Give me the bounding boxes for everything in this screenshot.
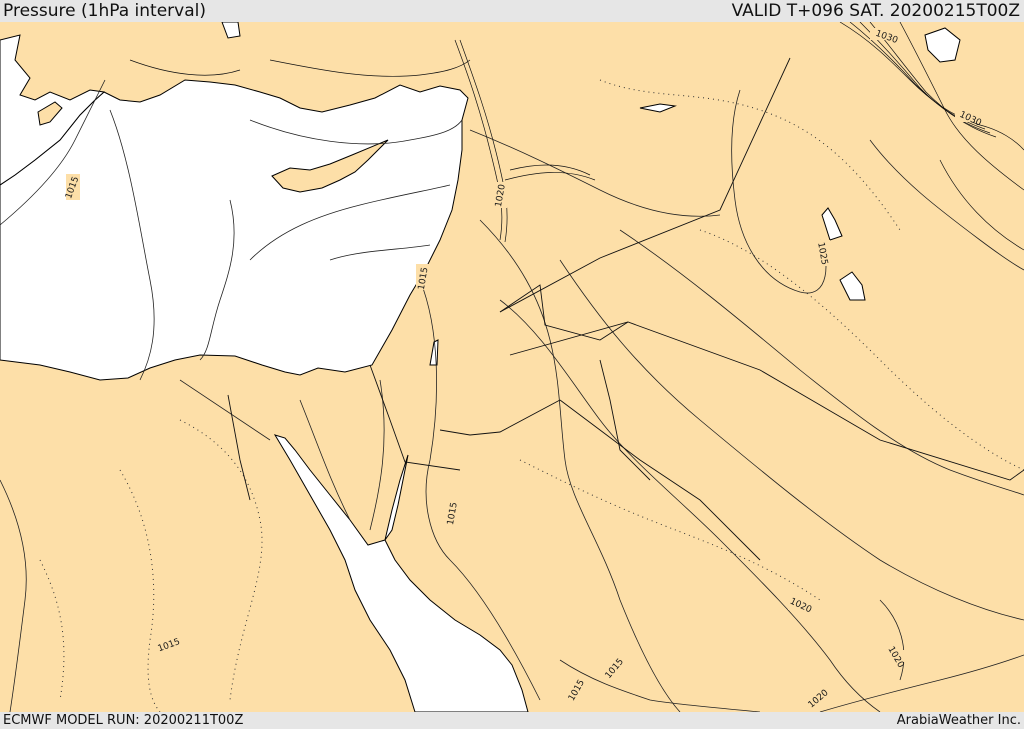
- map-figure: Pressure (1hPa interval) VALID T+096 SAT…: [0, 0, 1024, 729]
- valid-time: VALID T+096 SAT. 20200215T00Z: [731, 1, 1020, 21]
- pressure-map: 1030 1030 1020 1025 1015 1015 1015 1015 …: [0, 22, 1024, 712]
- map-title: Pressure (1hPa interval): [3, 1, 206, 21]
- header-bar: Pressure (1hPa interval) VALID T+096 SAT…: [0, 0, 1024, 22]
- credit: ArabiaWeather Inc.: [896, 713, 1021, 728]
- footer-bar: ECMWF MODEL RUN: 20200211T00Z ArabiaWeat…: [0, 712, 1024, 729]
- model-run: ECMWF MODEL RUN: 20200211T00Z: [3, 713, 244, 728]
